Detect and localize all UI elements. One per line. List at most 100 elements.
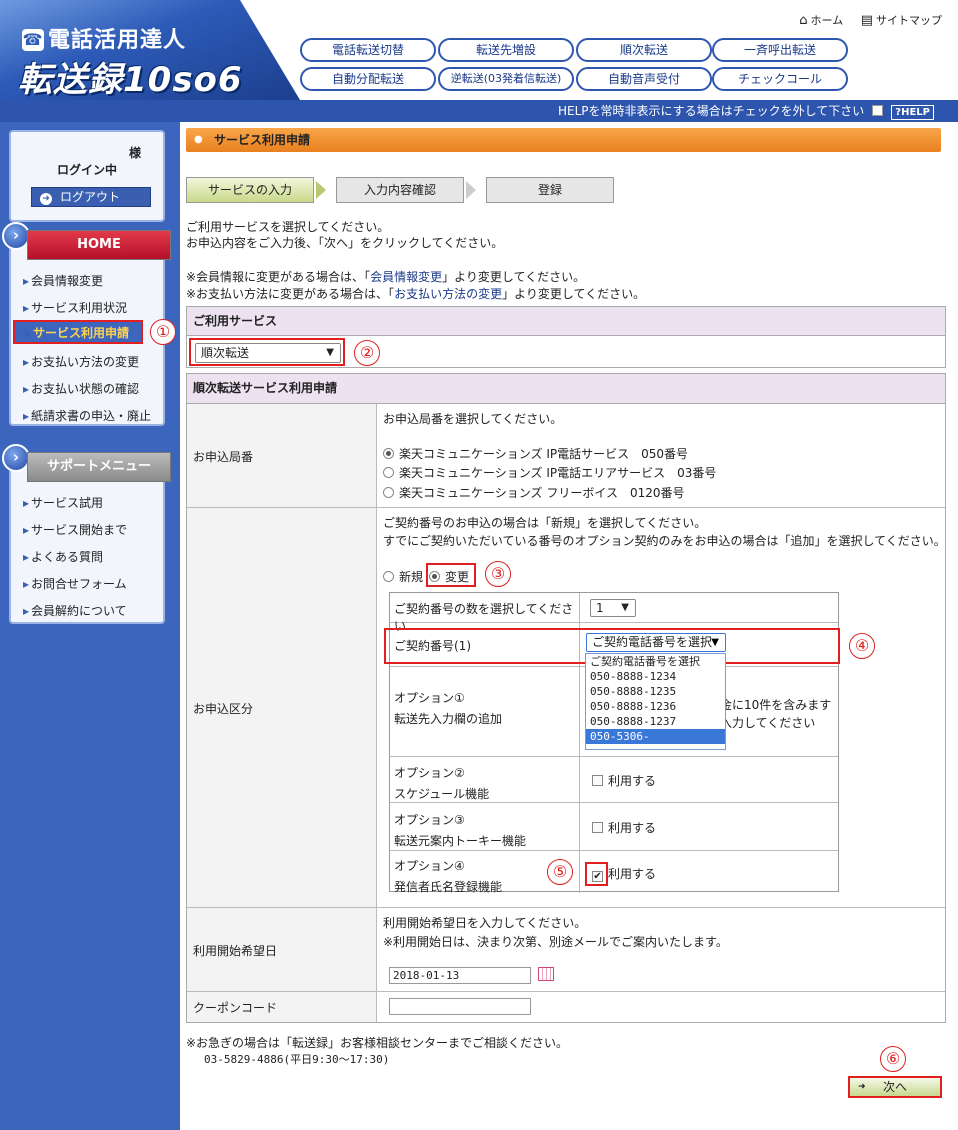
phone-icon: ☎ [22,29,44,51]
opt2-label: オプション② スケジュール機能 [390,757,580,803]
coupon-input[interactable] [389,998,531,1015]
annotation-6: ⑥ [880,1046,906,1072]
nav-simultaneous[interactable]: 一斉呼出転送 [712,38,848,62]
sitemap-icon: ▤ [860,13,873,28]
help-checkbox[interactable] [872,105,884,116]
type-label: お申込区分 [187,508,377,908]
home-button[interactable]: HOME [27,230,171,260]
menu-faq[interactable]: よくある質問 [23,548,103,565]
step-confirm: 入力内容確認 [336,177,464,203]
menu-cancel[interactable]: 会員解約について [23,602,127,619]
help-bar: HELPを常時非表示にする場合はチェックを外して下さい ?HELP [0,100,958,122]
menu-contact[interactable]: お問合せフォーム [23,575,127,592]
office-field: お申込局番を選択してください。 楽天コミュニケーションズ IP電話サービス 05… [377,404,945,508]
nav-add-destination[interactable]: 転送先増設 [438,38,574,62]
form-table: 順次転送サービス利用申請 お申込局番 お申込局番を選択してください。 楽天コミュ… [186,373,946,1023]
arrow-right-icon: ➜ [40,193,52,205]
opt1-text2: 入力してください [720,716,816,730]
contract-option[interactable]: 050-8888-1234 [586,669,725,684]
opt3-label: オプション③ 転送元案内トーキー機能 [390,803,580,851]
annotation-2: ② [354,340,380,366]
contact-phone: 03-5829-4886(平日9:30～17:30) [204,1053,390,1066]
radio-icon [383,571,394,582]
step-register: 登録 [486,177,614,203]
contract-option[interactable]: 050-8888-1236 [586,699,725,714]
member-info-link[interactable]: 会員情報変更 [370,270,442,284]
radio-icon [383,448,394,459]
sidebar: 様 ログイン中 ➜ログアウト › HOME 会員情報変更 サービス利用状況 サー… [0,122,180,1130]
contact-note: ※お急ぎの場合は「転送録」お客様相談センターまでご相談ください。 [186,1036,569,1050]
office-prompt: お申込局番を選択してください。 [383,412,563,426]
opt3-checkbox[interactable]: 利用する [592,819,656,836]
help-badge[interactable]: ?HELP [891,105,934,120]
step-input: サービスの入力 [186,177,314,203]
start-note1: 利用開始希望日を入力してください。 [383,916,587,930]
menu-payment-method[interactable]: お支払い方法の変更 [23,353,139,370]
top-links: ⌂ ホーム ▤ サイトマップ [785,12,942,28]
nav-reverse[interactable]: 逆転送(03発着信転送) [438,67,574,91]
coupon-label: クーポンコード [187,992,377,1022]
start-label: 利用開始希望日 [187,908,377,992]
count-select[interactable]: 1 ▼ [590,599,636,617]
intro-line2: お申込内容をご入力後、「次へ」をクリックしてください。 [186,236,504,250]
menu-service-apply[interactable]: サービス利用申請 [13,320,143,344]
nav-sequential[interactable]: 順次転送 [576,38,712,62]
help-text: HELPを常時非表示にする場合はチェックを外して下さい [558,104,865,118]
login-box: 様 ログイン中 ➜ ログアウト [9,130,165,222]
contract-option[interactable]: 050-8888-1235 [586,684,725,699]
highlight-opt4-checkbox [585,862,608,886]
type-note1: ご契約番号のお申込の場合は「新規」を選択してください。 [383,516,707,530]
logout-button[interactable]: ➜ ログアウト [31,187,151,207]
payment-method-link[interactable]: お支払い方法の変更 [394,287,502,301]
nav-phone-switch[interactable]: 電話転送切替 [300,38,436,62]
user-suffix: 様 [128,146,141,160]
calendar-icon[interactable] [538,967,554,981]
type-note2: すでにご契約いただいている番号のオプション契約のみをお申込の場合は「追加」を選択… [383,534,946,548]
note-payment: ※お支払い方法に変更がある場合は、「お支払い方法の変更」より変更してください。 [186,287,646,301]
support-menu: › サポートメニュー サービス試用 サービス開始まで よくある質問 お問合せフォ… [2,444,171,624]
office-option-03[interactable]: 楽天コミュニケーションズ IP電話エリアサービス 03番号 [383,464,716,481]
arrow-circle-icon: › [2,444,30,472]
opt4-cell: ✔ 利用する [580,851,838,893]
office-option-0120[interactable]: 楽天コミュニケーションズ フリーボイス 0120番号 [383,484,685,501]
annotation-1: ① [150,319,176,345]
page-header: ☎ 電話活用達人 転送録10so6 ⌂ ホーム ▤ サイトマップ 電話転送切替 転送先… [0,0,958,100]
menu-service-status[interactable]: サービス利用状況 [23,299,127,316]
start-field: 利用開始希望日を入力してください。 ※利用開始日は、決まり次第、別途メールでご案… [377,908,945,992]
chevron-down-icon: ▼ [621,602,629,613]
menu-member-info[interactable]: 会員情報変更 [23,272,103,289]
contract-option[interactable]: 050-5306- [586,729,725,744]
count-label: ご契約番号の数を選択してください [390,593,580,633]
nav-check-call[interactable]: チェックコール [712,67,848,91]
intro-line1: ご利用サービスを選択してください。 [186,220,390,234]
note-member-info: ※会員情報に変更がある場合は、「会員情報変更」より変更してください。 [186,270,586,284]
annotation-5: ⑤ [547,859,573,885]
type-new-radio[interactable]: 新規 [383,568,423,585]
opt2-checkbox[interactable]: 利用する [592,772,656,789]
radio-icon [383,487,394,498]
logo-line1: 電話活用達人 [48,28,187,53]
support-button[interactable]: サポートメニュー [27,452,171,482]
menu-until-start[interactable]: サービス開始まで [23,521,127,538]
menu-payment-status[interactable]: お支払い状態の確認 [23,380,139,397]
next-button[interactable]: ➜ 次へ [848,1076,942,1098]
start-date-input[interactable]: 2018-01-13 [389,967,531,984]
arrow-right-icon: ➜ [858,1082,866,1092]
service-header: ご利用サービス [187,307,945,336]
form-header: 順次転送サービス利用申請 [187,374,945,404]
contract-option[interactable]: 050-8888-1237 [586,714,725,729]
start-note2: ※利用開始日は、決まり次第、別途メールでご案内いたします。 [383,935,728,949]
coupon-field [377,992,945,1022]
logo-line2: 転送録10so6 [18,60,243,100]
office-option-050[interactable]: 楽天コミュニケーションズ IP電話サービス 050番号 [383,445,688,462]
contract-option[interactable]: ご契約電話番号を選択 [586,654,725,669]
menu-paper-invoice[interactable]: 紙請求書の申込・廃止 [23,407,151,424]
nav-auto-voice[interactable]: 自動音声受付 [576,67,712,91]
sitemap-link[interactable]: ▤ サイトマップ [860,13,942,28]
nav-auto-distribute[interactable]: 自動分配転送 [300,67,436,91]
home-link[interactable]: ⌂ ホーム [799,13,843,28]
opt1-label: オプション① 転送先入力欄の追加 [390,667,580,757]
opt1-text1: 金に10件を含みます [720,698,832,712]
menu-trial[interactable]: サービス試用 [23,494,103,511]
logo[interactable]: ☎ 電話活用達人 転送録10so6 [0,0,300,100]
